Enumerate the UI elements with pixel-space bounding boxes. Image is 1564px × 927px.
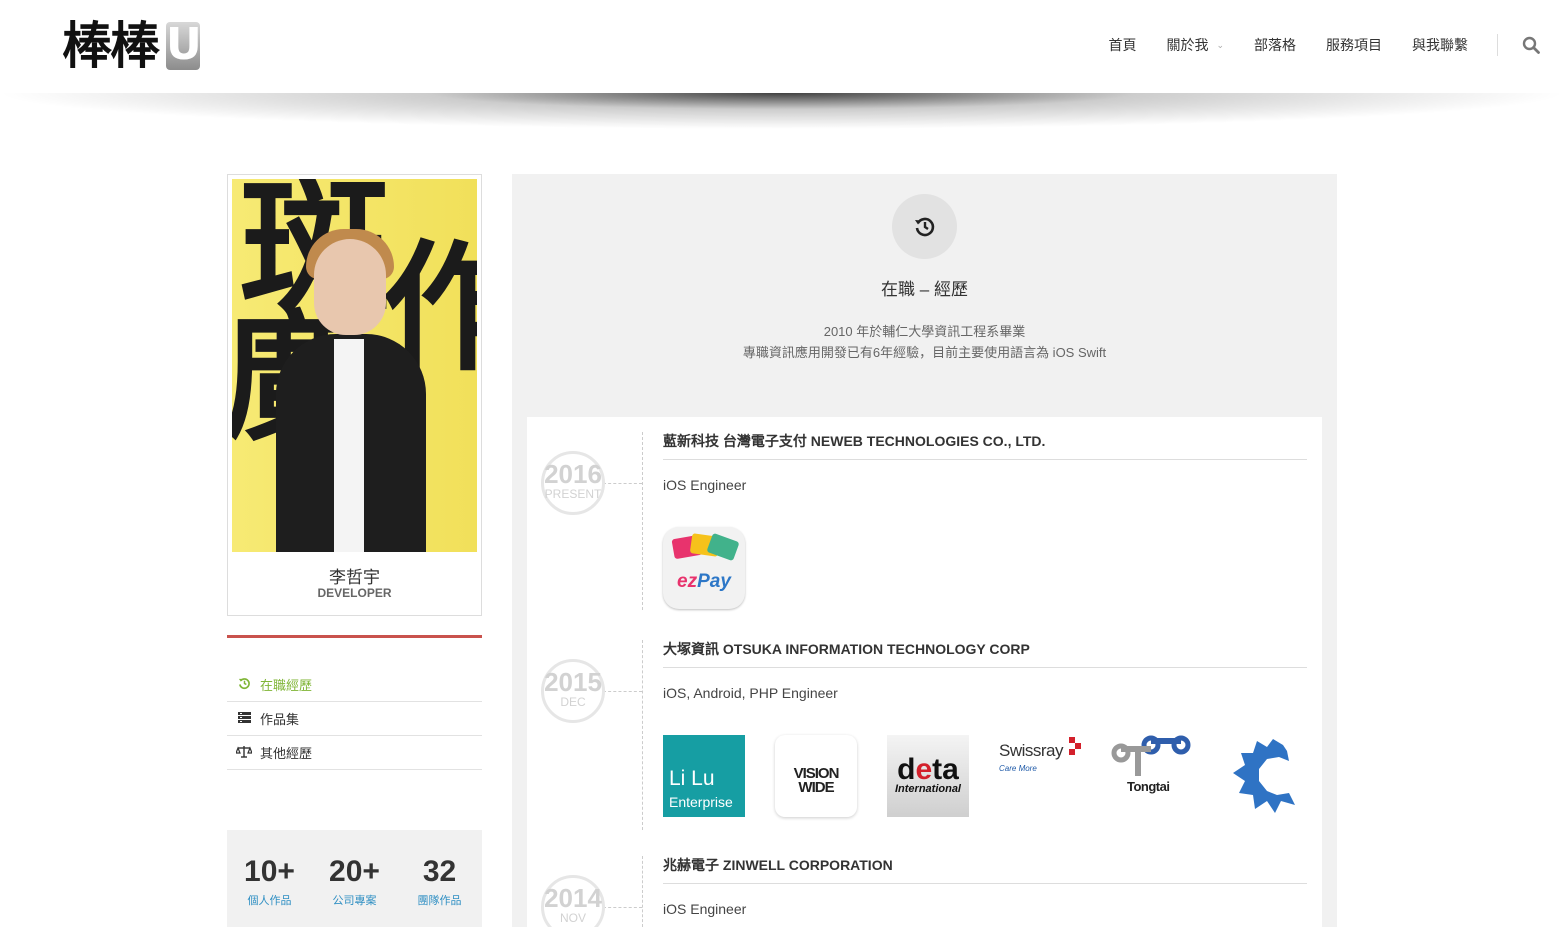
stats-panel: 10+ 個人作品 20+ 公司專案 32 團隊作品 xyxy=(227,830,482,927)
timeline-line xyxy=(642,640,643,830)
deta-logo-subtitle: International xyxy=(894,783,961,795)
year-sub: NOV xyxy=(559,911,586,925)
c-logo xyxy=(1223,735,1305,817)
nav-blog[interactable]: 部落格 xyxy=(1254,35,1296,55)
section-divider xyxy=(227,635,482,638)
timeline-line xyxy=(642,856,643,927)
logo-text: 棒棒 xyxy=(62,16,160,75)
stat-personal: 10+ 個人作品 xyxy=(235,854,305,927)
timeline-connector xyxy=(603,691,642,692)
ezpay-logo: ezPay xyxy=(663,527,745,609)
stat-label: 個人作品 xyxy=(247,895,292,907)
visionwide-logo: VISION WIDE xyxy=(775,735,857,817)
client-logos: Li Lu Enterprise VISION WIDE deta Intern… xyxy=(663,735,1322,817)
year-number: 2014 xyxy=(544,883,602,913)
nav-services[interactable]: 服務項目 xyxy=(1326,35,1382,55)
profile-role: DEVELOPER xyxy=(317,586,392,600)
year-sub: PRESENT xyxy=(544,487,602,501)
divider xyxy=(663,459,1307,460)
deta-logo-e: e xyxy=(915,753,933,786)
profile-card: 斑 作 廣 李哲宇 DEVELOPER xyxy=(227,174,482,616)
timeline-connector xyxy=(603,483,642,484)
nav-about[interactable]: 關於我 ⌄ xyxy=(1166,35,1224,55)
visionwide-logo-line-2: WIDE xyxy=(798,779,834,796)
tongtai-logo: Tongtai xyxy=(1111,735,1193,817)
side-item-label: 作品集 xyxy=(260,712,300,727)
stat-label: 公司專案 xyxy=(332,895,377,907)
history-icon xyxy=(892,194,957,259)
year-badge: 2015 DEC xyxy=(541,659,605,723)
site-header: 棒棒 U 首頁 關於我 ⌄ 部落格 服務項目 與我聯繫 xyxy=(0,0,1564,93)
history-icon xyxy=(236,677,252,693)
year-badge: 2016 PRESENT xyxy=(541,451,605,515)
ezpay-logo-ez: ez xyxy=(677,571,698,592)
timeline-connector xyxy=(603,907,642,908)
stat-value: 32 xyxy=(422,855,457,888)
side-item-portfolio[interactable]: 作品集 xyxy=(227,702,482,736)
year-number: 2015 xyxy=(544,667,602,697)
job-role: iOS Engineer xyxy=(663,477,747,493)
chevron-down-icon: ⌄ xyxy=(1216,39,1224,50)
side-item-label: 在職經歷 xyxy=(260,678,313,693)
year-sub: DEC xyxy=(560,695,586,709)
swissray-logo-tagline: Care More xyxy=(999,764,1037,773)
swissray-logo-name: Swissray xyxy=(999,741,1064,760)
client-logos: ezPay xyxy=(663,527,745,609)
timeline-line xyxy=(642,432,643,610)
header-shadow xyxy=(0,93,1564,129)
ezpay-logo-pay: Pay xyxy=(697,571,731,592)
logo-badge: U xyxy=(166,19,202,70)
intro-line-2: 專職資訊應用開發已有6年經驗，目前主要使用語言為 iOS Swift xyxy=(742,345,1107,360)
lilu-logo: Li Lu Enterprise xyxy=(663,735,745,817)
profile-photo: 斑 作 廣 xyxy=(232,179,477,552)
swissray-logo: Swissray Care More xyxy=(999,735,1081,817)
site-logo[interactable]: 棒棒 U xyxy=(62,16,202,75)
nav-divider xyxy=(1497,34,1498,56)
stat-company: 20+ 公司專案 xyxy=(320,854,390,927)
lilu-logo-line-2: Enterprise xyxy=(669,794,733,810)
deta-logo-ta: ta xyxy=(932,753,959,786)
year-badge: 2014 NOV xyxy=(541,875,605,927)
nav-home-label: 首頁 xyxy=(1108,37,1137,53)
year-number: 2016 xyxy=(544,459,602,489)
profile-name: 李哲宇 xyxy=(329,568,380,587)
lilu-logo-line-1: Li Lu xyxy=(669,767,715,790)
stat-label: 團隊作品 xyxy=(417,895,462,907)
page-title: 在職 – 經歷 xyxy=(881,280,968,299)
stat-value: 10+ xyxy=(244,855,295,888)
side-item-label: 其他經歷 xyxy=(260,746,313,761)
nav-home[interactable]: 首頁 xyxy=(1108,35,1136,55)
deta-logo-d: d xyxy=(897,753,916,786)
nav-blog-label: 部落格 xyxy=(1254,37,1296,53)
company-name: 兆赫電子 ZINWELL CORPORATION xyxy=(663,857,893,873)
balance-icon xyxy=(235,745,253,761)
company-name: 藍新科技 台灣電子支付 NEWEB TECHNOLOGIES CO., LTD. xyxy=(663,433,1046,449)
job-role: iOS, Android, PHP Engineer xyxy=(663,685,838,701)
divider xyxy=(663,883,1307,884)
stat-team: 32 團隊作品 xyxy=(405,854,475,927)
main-nav: 首頁 關於我 ⌄ 部落格 服務項目 與我聯繫 xyxy=(1078,35,1468,55)
job-entry: 藍新科技 台灣電子支付 NEWEB TECHNOLOGIES CO., LTD.… xyxy=(663,431,1307,609)
nav-services-label: 服務項目 xyxy=(1326,37,1382,53)
stat-value: 20+ xyxy=(329,855,380,888)
side-item-other[interactable]: 其他經歷 xyxy=(227,736,482,770)
side-item-experience[interactable]: 在職經歷 xyxy=(227,668,482,702)
timeline: 2016 PRESENT 藍新科技 台灣電子支付 NEWEB TECHNOLOG… xyxy=(527,417,1322,927)
job-role: iOS Engineer xyxy=(663,901,747,917)
portfolio-icon xyxy=(236,711,252,726)
divider xyxy=(663,667,1307,668)
company-name: 大塚資訊 OTSUKA INFORMATION TECHNOLOGY CORP xyxy=(663,641,1030,657)
nav-contact-label: 與我聯繫 xyxy=(1412,37,1468,53)
job-entry: 兆赫電子 ZINWELL CORPORATION iOS Engineer xyxy=(663,855,1307,917)
side-menu: 在職經歷 作品集 其他經歷 xyxy=(227,668,482,770)
job-entry: 大塚資訊 OTSUKA INFORMATION TECHNOLOGY CORP … xyxy=(663,639,1307,817)
deta-logo: deta International xyxy=(887,735,969,817)
search-icon[interactable] xyxy=(1522,36,1540,54)
nav-about-label: 關於我 xyxy=(1166,37,1209,53)
intro-line-1: 2010 年於輔仁大學資訊工程系畢業 xyxy=(823,324,1026,339)
nav-contact[interactable]: 與我聯繫 xyxy=(1412,35,1468,55)
tongtai-logo-name: Tongtai xyxy=(1127,779,1170,794)
experience-panel: 在職 – 經歷 2010 年於輔仁大學資訊工程系畢業 專職資訊應用開發已有6年經… xyxy=(512,174,1337,927)
